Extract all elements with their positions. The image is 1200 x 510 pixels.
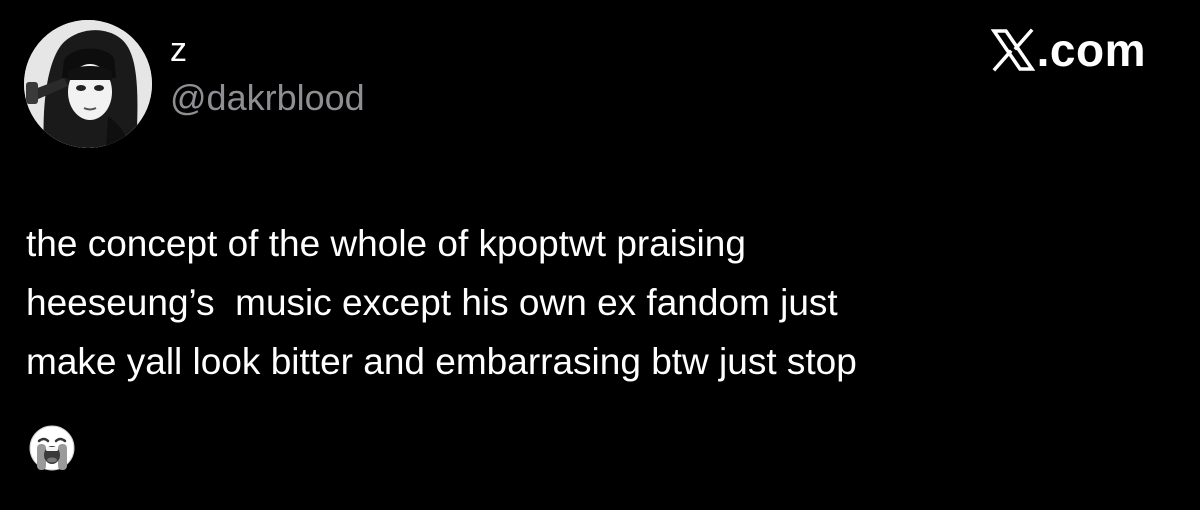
loudly-crying-face-icon <box>29 425 75 471</box>
x-logo-icon <box>990 28 1035 72</box>
brand-watermark: .com <box>990 24 1146 76</box>
user-handle[interactable]: @dakrblood <box>170 76 365 120</box>
tweet-line: heeseung’s music except his own ex fando… <box>26 282 838 323</box>
avatar-image <box>24 20 152 148</box>
tweet-text: the concept of the whole of kpoptwt prai… <box>26 214 1166 391</box>
brand-domain: .com <box>1036 24 1146 76</box>
tweet-line: make yall look bitter and embarrasing bt… <box>26 341 857 382</box>
tweet-line: the concept of the whole of kpoptwt prai… <box>26 223 746 264</box>
tweet-card: z @dakrblood .com the concept of the who… <box>0 0 1200 510</box>
display-name[interactable]: z <box>170 30 187 70</box>
avatar[interactable] <box>24 20 152 148</box>
